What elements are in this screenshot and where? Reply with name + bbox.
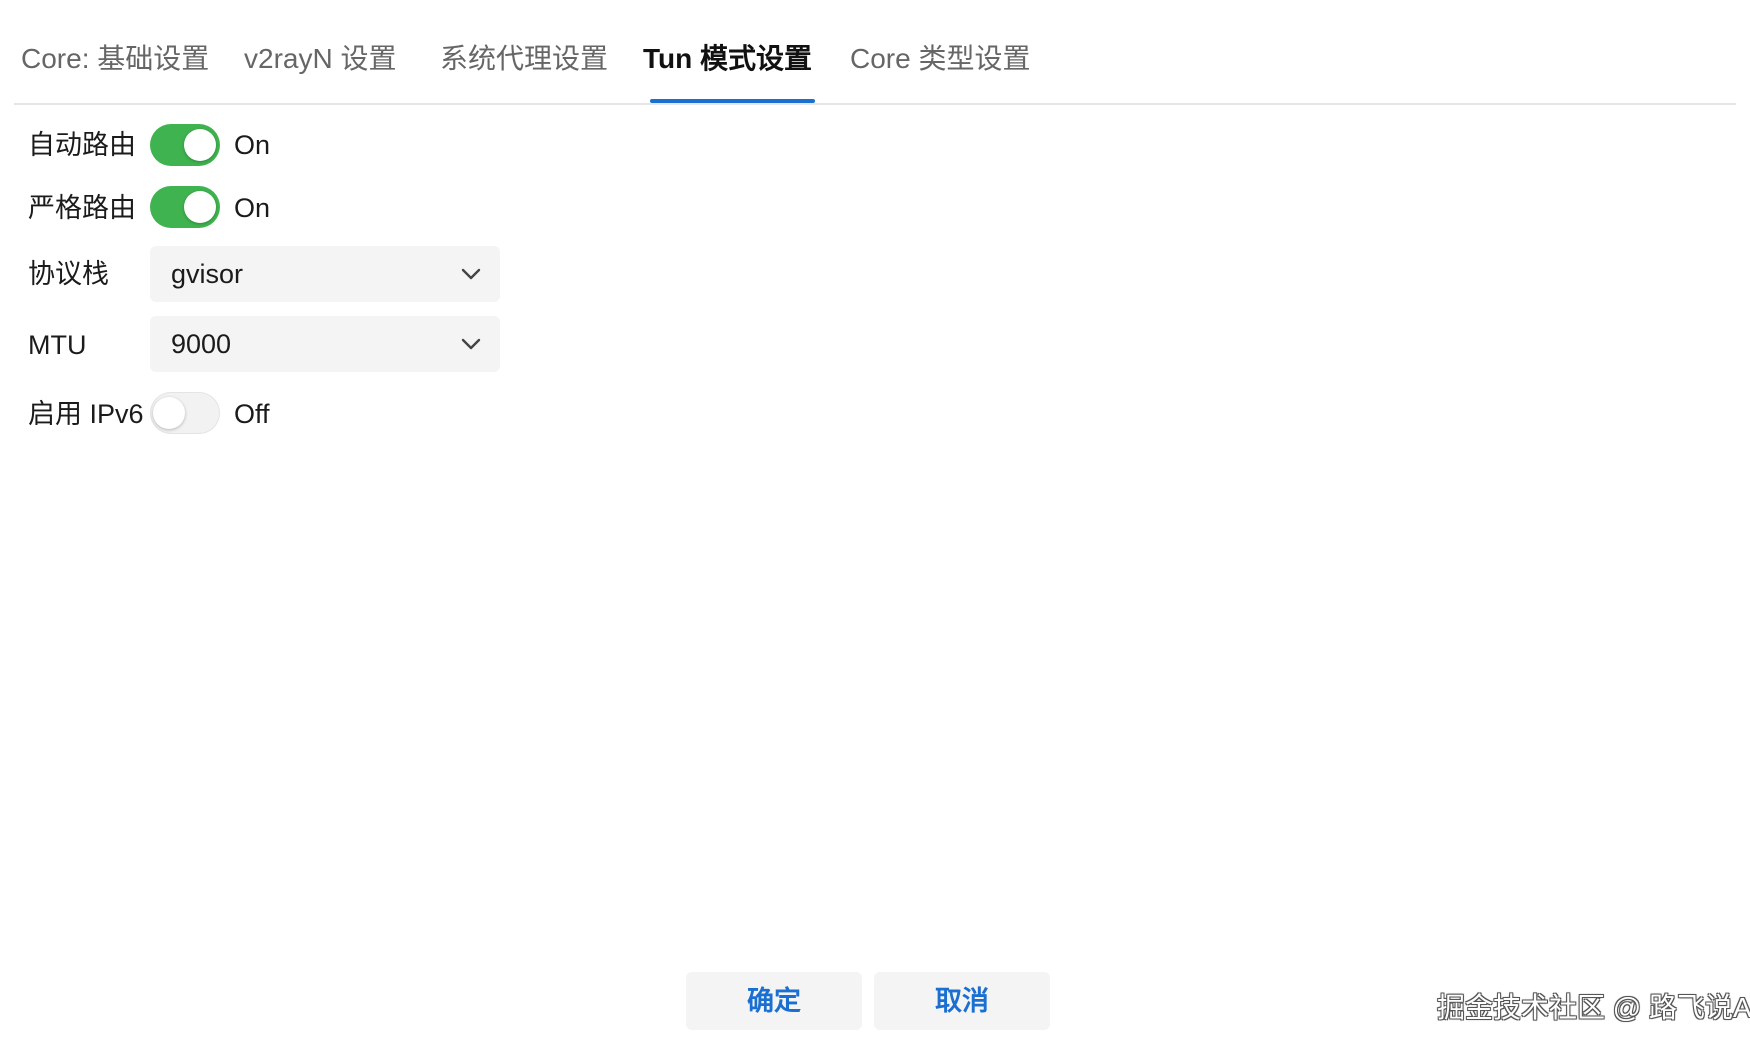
- tab-core-basic[interactable]: Core: 基础设置: [21, 40, 209, 78]
- cancel-button[interactable]: 取消: [874, 972, 1050, 1030]
- mtu-label: MTU: [28, 330, 87, 360]
- stack-select-value: gvisor: [171, 259, 244, 289]
- stack-select[interactable]: gvisor: [150, 246, 500, 302]
- strict-route-label: 严格路由: [28, 193, 136, 223]
- toggle-knob: [153, 397, 185, 429]
- auto-route-state: On: [234, 130, 271, 160]
- toggle-knob: [184, 129, 216, 161]
- toggle-knob: [184, 191, 216, 223]
- tab-core-type[interactable]: Core 类型设置: [850, 40, 1030, 78]
- tab-bar: Core: 基础设置 v2rayN 设置 系统代理设置 Tun 模式设置 Cor…: [14, 0, 1736, 105]
- chevron-down-icon: [461, 338, 481, 350]
- ipv6-state: Off: [234, 399, 270, 429]
- tab-system-proxy[interactable]: 系统代理设置: [440, 40, 608, 78]
- mtu-select-value: 9000: [171, 329, 232, 359]
- settings-dialog: Core: 基础设置 v2rayN 设置 系统代理设置 Tun 模式设置 Cor…: [0, 0, 1750, 1050]
- strict-route-state: On: [234, 193, 271, 223]
- ipv6-toggle[interactable]: [150, 392, 220, 434]
- active-tab-indicator: [650, 99, 815, 103]
- strict-route-toggle[interactable]: [150, 186, 220, 228]
- tab-tun-mode[interactable]: Tun 模式设置: [643, 40, 812, 78]
- watermark: 掘金技术社区 @ 路飞说AI: [1437, 992, 1750, 1023]
- mtu-select[interactable]: 9000: [150, 316, 500, 372]
- ipv6-label: 启用 IPv6: [28, 399, 144, 429]
- auto-route-toggle[interactable]: [150, 124, 220, 166]
- tab-v2rayn-settings[interactable]: v2rayN 设置: [244, 40, 396, 78]
- ok-button[interactable]: 确定: [686, 972, 862, 1030]
- stack-label: 协议栈: [28, 259, 109, 289]
- auto-route-label: 自动路由: [28, 130, 136, 160]
- chevron-down-icon: [461, 268, 481, 280]
